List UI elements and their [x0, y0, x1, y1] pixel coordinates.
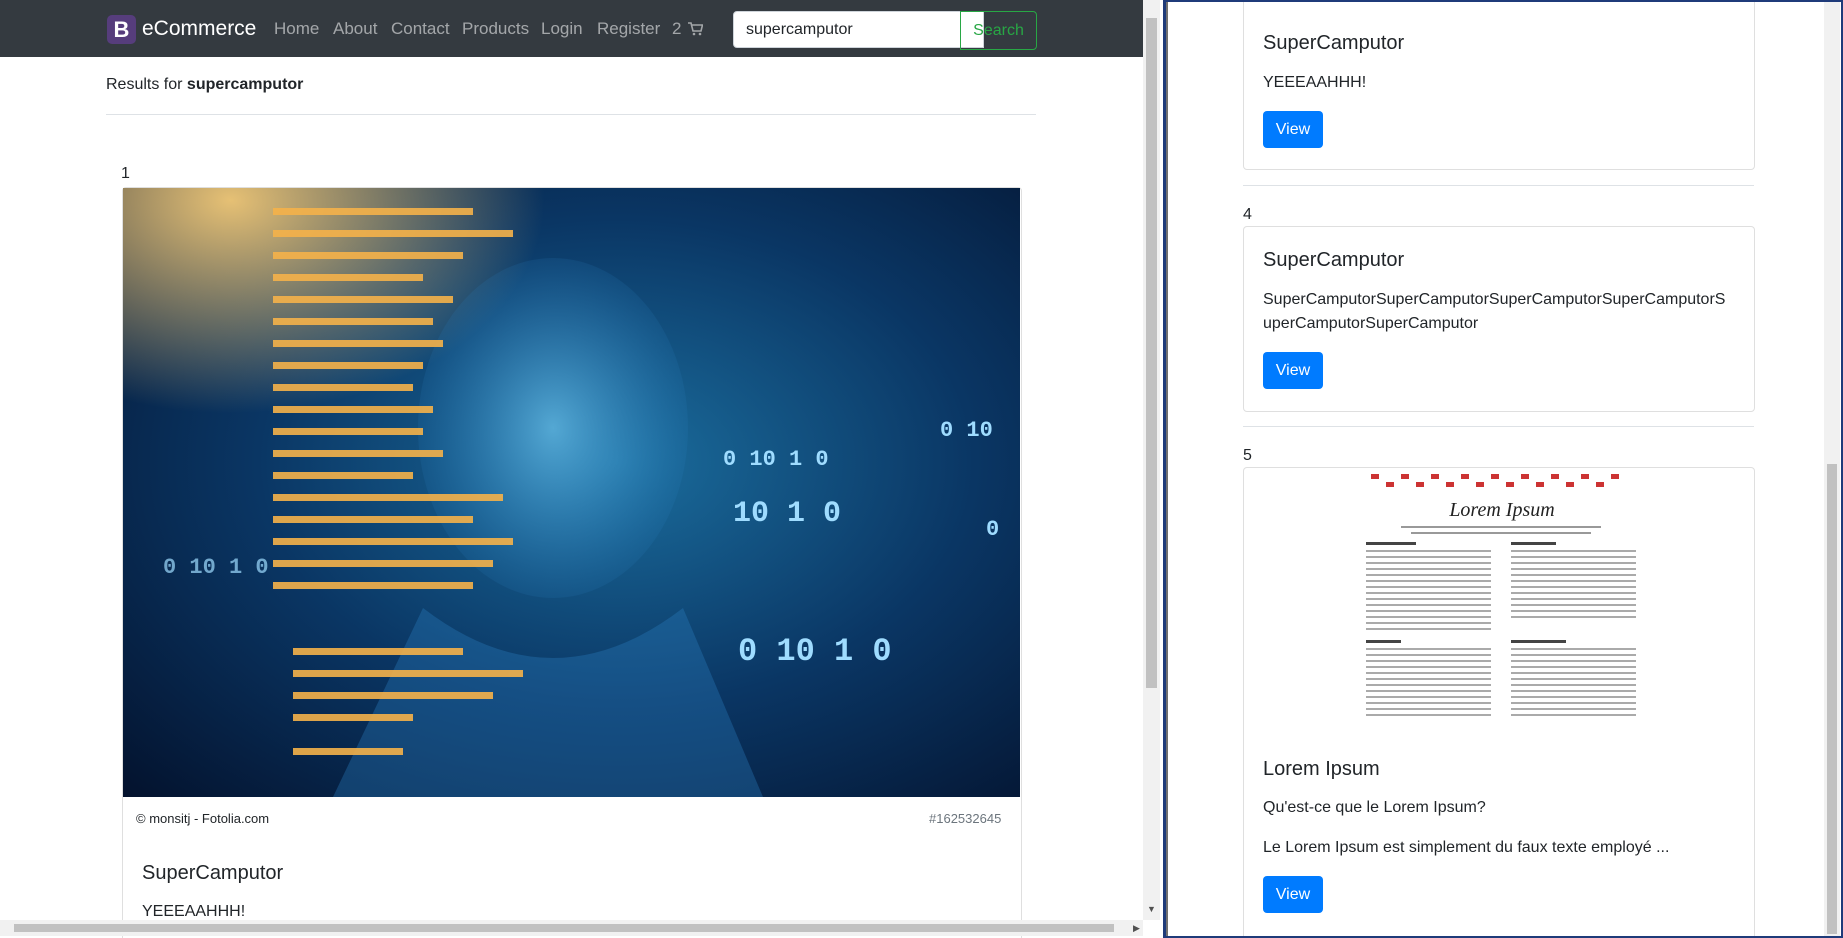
vertical-scrollbar[interactable] — [1824, 2, 1840, 936]
lorem-ipsum-document: Lorem Ipsum — [1361, 468, 1643, 737]
results-prefix: Results for — [106, 76, 187, 93]
navbar: B eCommerce Home About Contact Products … — [0, 0, 1143, 57]
search-button[interactable]: Search — [960, 11, 1037, 50]
nav-register[interactable]: Register — [597, 19, 660, 39]
card-title: SuperCamputor — [1263, 249, 1405, 271]
results-query: supercamputor — [186, 76, 304, 93]
scroll-right-arrow-icon[interactable]: ▶ — [1133, 923, 1140, 934]
divider — [106, 114, 1036, 115]
cart-count[interactable]: 2 — [672, 19, 681, 39]
product-image[interactable]: 0 10 1 0 10 1 0 0 10 0 0 10 1 0 0 10 1 0 — [123, 188, 1020, 797]
scrollbar-thumb[interactable] — [1146, 18, 1157, 688]
view-button[interactable]: View — [1263, 876, 1323, 913]
card-title: SuperCamputor — [1263, 32, 1405, 54]
svg-text:0 10 1 0: 0 10 1 0 — [738, 633, 892, 670]
card-text: YEEEAAHHH! — [1263, 74, 1367, 91]
view-button[interactable]: View — [1263, 352, 1323, 389]
item-number: 4 — [1243, 206, 1252, 223]
card-title: SuperCamputor — [142, 862, 284, 884]
brand-name[interactable]: eCommerce — [142, 17, 256, 41]
scroll-down-arrow-icon[interactable]: ▼ — [1147, 904, 1156, 914]
item-number: 5 — [1243, 447, 1252, 464]
svg-text:10 1 0: 10 1 0 — [733, 497, 841, 531]
svg-text:0 10 1 0: 0 10 1 0 — [163, 555, 269, 580]
shopping-cart-icon[interactable] — [688, 22, 703, 36]
ai-head-code-photo: 0 10 1 0 10 1 0 0 10 0 0 10 1 0 0 10 1 0 — [123, 188, 1020, 797]
results-heading: Results for supercamputor — [106, 76, 303, 94]
card-title: Lorem Ipsum — [1263, 758, 1380, 780]
view-button[interactable]: View — [1263, 111, 1323, 148]
card-text: SuperCamputorSuperCamputorSuperCamputorS… — [1263, 291, 1726, 332]
product-card: Lorem Ipsum — [1243, 467, 1755, 936]
svg-text:0 10 1 0: 0 10 1 0 — [723, 447, 829, 472]
lorem-ipsum-document-image[interactable]: Lorem Ipsum — [1361, 468, 1643, 737]
nav-contact[interactable]: Contact — [391, 19, 450, 39]
card-text: Le Lorem Ipsum est simplement du faux te… — [1263, 839, 1670, 856]
image-credit: © monsitj - Fotolia.com — [136, 811, 270, 826]
svg-text:Lorem Ipsum: Lorem Ipsum — [1448, 499, 1554, 521]
search-input[interactable]: supercamputor — [733, 11, 984, 48]
right-browser-pane: SuperCamputor YEEEAAHHH! View 4 SuperCam… — [1166, 2, 1841, 936]
image-id: #162532645 — [929, 811, 1002, 826]
brand-logo-icon[interactable]: B — [107, 15, 136, 44]
nav-login[interactable]: Login — [541, 19, 583, 39]
svg-text:0 10: 0 10 — [940, 418, 993, 443]
item-number: 1 — [121, 165, 130, 182]
divider — [1243, 185, 1754, 186]
card-text: Qu'est-ce que le Lorem Ipsum? — [1263, 799, 1486, 816]
horizontal-scrollbar[interactable]: ▶ — [0, 920, 1143, 936]
scrollbar-thumb[interactable] — [14, 924, 1114, 932]
svg-text:0: 0 — [986, 517, 999, 542]
vertical-scrollbar[interactable]: ▼ — [1143, 0, 1160, 920]
nav-products[interactable]: Products — [462, 19, 529, 39]
left-browser-pane: B eCommerce Home About Contact Products … — [0, 0, 1163, 938]
nav-about[interactable]: About — [333, 19, 377, 39]
nav-home[interactable]: Home — [274, 19, 319, 39]
scrollbar-thumb[interactable] — [1827, 464, 1837, 934]
divider — [1243, 426, 1754, 427]
